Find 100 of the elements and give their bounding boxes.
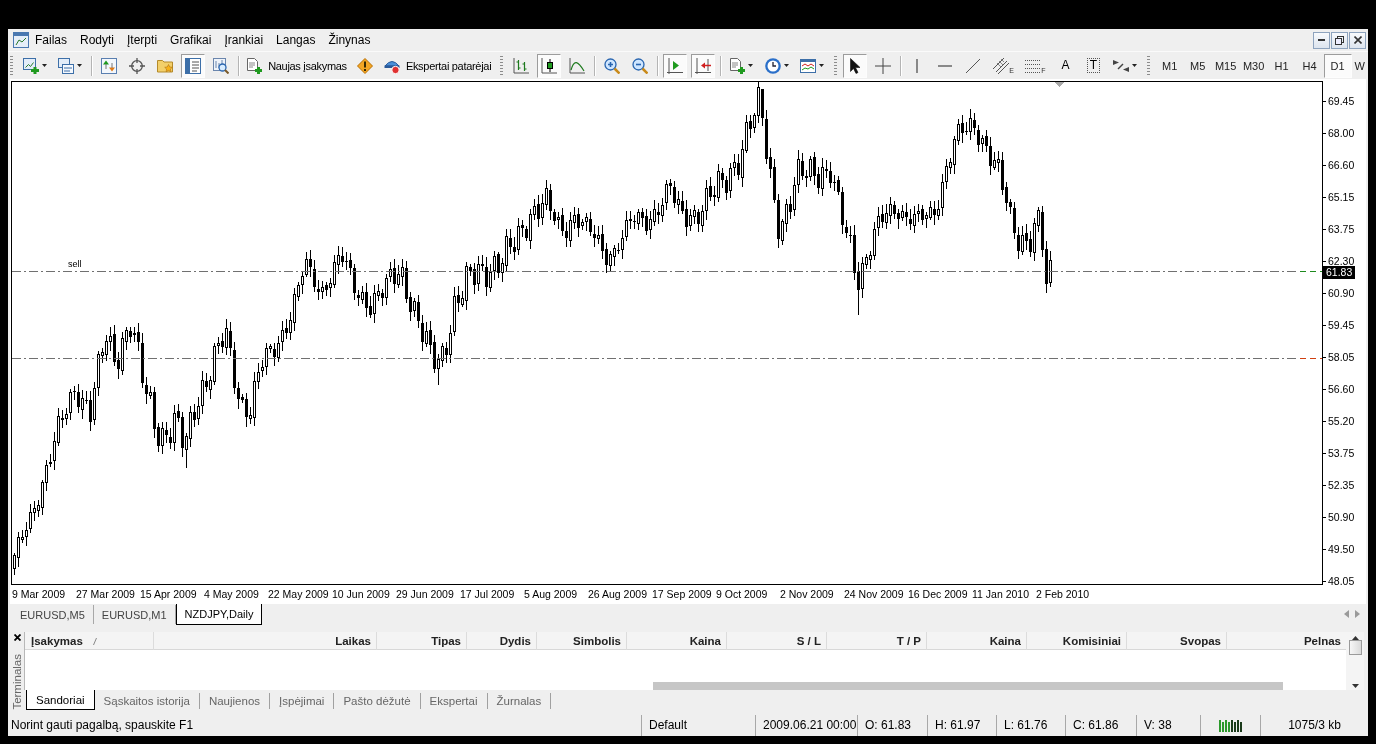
window-arrows-icon (100, 57, 117, 74)
expert-advisors-button[interactable]: Ekspertai patarėjai (381, 53, 494, 78)
target-icon (128, 57, 145, 74)
timeframe-button[interactable]: H1 (1267, 53, 1296, 78)
connection-bars-icon (1218, 719, 1243, 732)
new-order-button[interactable]: Naujas įsakymas (243, 53, 350, 78)
price-label: 68.00 (1323, 127, 1355, 139)
menu-item[interactable]: Failas (29, 31, 74, 49)
menu-item[interactable]: Grafikai (164, 31, 219, 49)
chart-tab[interactable]: NZDJPY,Daily (175, 604, 263, 625)
price-label: 55.20 (1323, 415, 1355, 427)
timeframe-button[interactable]: M5 (1183, 53, 1212, 78)
close-button[interactable] (1349, 31, 1366, 49)
terminal-tab[interactable]: Sąskaitos istorija (94, 693, 200, 709)
date-label: 5 Aug 2009 (524, 588, 578, 601)
terminal-tab[interactable]: Pašto dėžutė (334, 693, 421, 709)
price-label: 50.90 (1323, 511, 1355, 523)
chart-window-icon (13, 32, 29, 48)
low-price: L: 61.76 (1004, 718, 1048, 733)
column-header[interactable]: Dydis (467, 632, 537, 650)
menu-item[interactable]: Įrankiai (218, 31, 271, 49)
menu-item[interactable]: Žinynas (322, 31, 378, 49)
cursor-button[interactable] (842, 53, 867, 78)
auto-scroll-button[interactable] (690, 53, 715, 78)
terminal-tab[interactable]: Žurnalas (487, 693, 552, 709)
terminal-button[interactable] (180, 53, 205, 78)
timeframe-button[interactable]: M1 (1155, 53, 1184, 78)
status-message: Norint gauti pagalbą, spauskite F1 (11, 718, 194, 733)
date-label: 2 Nov 2009 (780, 588, 834, 601)
diagonal-line-icon (965, 57, 982, 74)
minimize-button[interactable] (1313, 31, 1330, 49)
document-plus-icon (729, 57, 746, 74)
arrows-icon (1112, 57, 1129, 74)
chart-tab[interactable]: EURUSD,M5 (12, 605, 94, 624)
chart-magnifier-icon (212, 57, 229, 74)
scroll-down-icon[interactable] (1351, 684, 1359, 688)
clock-icon (764, 57, 781, 74)
timeframe-button[interactable]: M30 (1239, 53, 1268, 78)
timeframe-button[interactable]: M15 (1211, 53, 1240, 78)
price-label: 53.75 (1323, 447, 1355, 459)
timeframe-button[interactable]: H4 (1295, 53, 1324, 78)
menu-item[interactable]: Įterpti (121, 31, 165, 49)
candlestick-icon (540, 57, 557, 74)
chart-tab[interactable]: EURUSD,M1 (93, 605, 176, 624)
column-header[interactable]: T / P (827, 632, 927, 650)
price-label: 59.45 (1323, 319, 1355, 331)
date-label: 29 Jun 2009 (396, 588, 454, 601)
high-price: H: 61.97 (935, 718, 981, 733)
terminal-tab[interactable]: Ekspertai (420, 693, 488, 709)
sort-icon (92, 637, 97, 645)
folder-star-icon (156, 57, 173, 74)
windows-icon (57, 57, 74, 74)
text-tool-button[interactable]: A (1053, 53, 1078, 78)
column-header[interactable]: Svopas (1127, 632, 1227, 650)
menu-item[interactable]: Langas (270, 31, 323, 49)
warning-icon (357, 57, 374, 74)
terminal-tab[interactable]: Naujienos (199, 693, 271, 709)
date-label: 9 Mar 2009 (12, 588, 66, 601)
scrollbar-thumb[interactable] (653, 682, 1283, 690)
panel-title: Terminalas (11, 654, 23, 710)
column-header[interactable]: Kaina (927, 632, 1027, 650)
scrollbar-thumb[interactable] (1348, 640, 1362, 655)
price-label: 63.75 (1323, 223, 1355, 235)
timeframe-button[interactable]: D1 (1323, 53, 1352, 78)
date-label: 4 May 2009 (204, 588, 259, 601)
column-header[interactable]: S / L (727, 632, 827, 650)
price-label: 48.05 (1323, 575, 1355, 587)
candlestick-button[interactable] (536, 53, 561, 78)
terminal-tab[interactable]: Įspėjimai (270, 693, 335, 709)
date-label: 27 Mar 2009 (76, 588, 135, 601)
restore-button[interactable] (1331, 31, 1348, 49)
column-header[interactable]: Simbolis (537, 632, 627, 650)
date-label: 10 Jun 2009 (332, 588, 390, 601)
chart-shift-button[interactable] (662, 53, 687, 78)
open-price: O: 61.83 (865, 718, 912, 733)
menu-item[interactable]: Rodyti (74, 31, 122, 49)
column-header[interactable]: Įsakymas (25, 632, 154, 650)
terminal-tab[interactable]: Sandoriai (26, 690, 95, 710)
list-window-icon (184, 57, 201, 74)
price-label: 49.50 (1323, 543, 1355, 555)
close-panel-button[interactable] (13, 634, 21, 641)
chart-plus-icon (22, 57, 39, 74)
price-label: 58.05 (1323, 351, 1355, 363)
text-label-tool-button[interactable]: T (1081, 53, 1106, 78)
timeframe-button[interactable]: W (1351, 53, 1368, 78)
price-label: 62.30 (1323, 255, 1355, 267)
document-plus-icon (246, 57, 263, 74)
column-header[interactable]: Kaina (627, 632, 727, 650)
volume: V: 38 (1144, 718, 1172, 733)
date-label: 17 Jul 2009 (460, 588, 515, 601)
column-header[interactable]: Komisiniai (1027, 632, 1127, 650)
order-label: sell (68, 259, 82, 269)
shift-marker-icon[interactable] (1055, 82, 1064, 87)
date-label: 26 Aug 2009 (588, 588, 647, 601)
column-header[interactable]: Laikas (154, 632, 377, 650)
column-header[interactable]: Tipas (377, 632, 467, 650)
date-label: 11 Jan 2010 (972, 588, 1030, 601)
traffic-counter: 1075/3 kb (1288, 718, 1341, 733)
date-label: 22 May 2009 (268, 588, 329, 601)
horizontal-line-icon (938, 64, 953, 67)
